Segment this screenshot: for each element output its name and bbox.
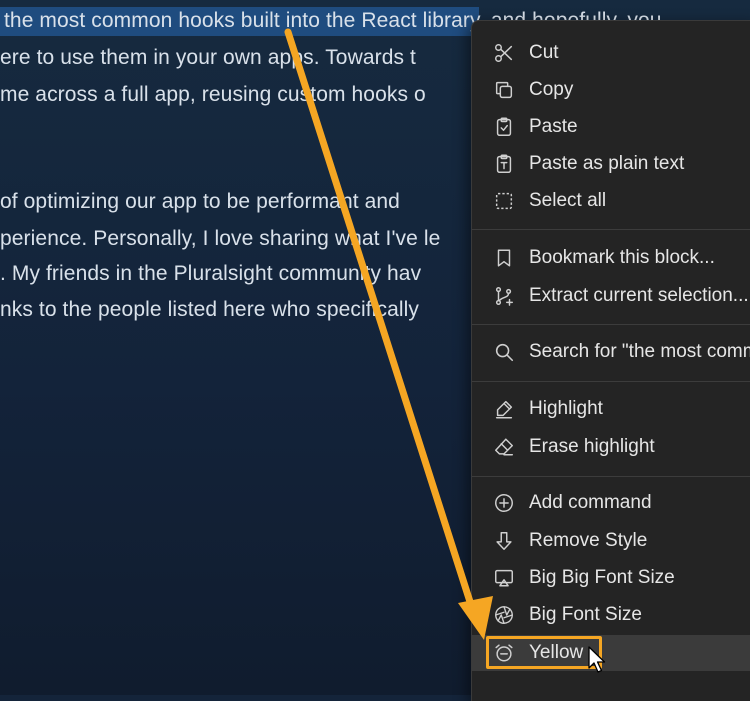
menu-item-add-command[interactable]: Add command [472, 485, 750, 521]
select-all-icon [492, 189, 516, 213]
menu-item-highlight[interactable]: Highlight [472, 391, 750, 427]
branch-plus-icon [492, 284, 516, 308]
menu-separator [472, 476, 750, 477]
doc-line-7: nks to the people listed here who specif… [0, 298, 420, 321]
scissors-icon [492, 41, 516, 65]
menu-item-label: Bookmark this block... [529, 247, 715, 268]
doc-line-5: perience. Personally, I love sharing wha… [0, 227, 441, 250]
menu-item-cut[interactable]: Cut [472, 35, 750, 71]
menu-item-bookmark[interactable]: Bookmark this block... [472, 240, 750, 276]
eraser-icon [492, 435, 516, 459]
search-icon [492, 340, 516, 364]
highlighter-icon [492, 397, 516, 421]
menu-item-label: Paste [529, 116, 578, 137]
menu-item-label: Search for "the most comm [529, 341, 750, 362]
menu-item-label: Erase highlight [529, 436, 655, 457]
menu-item-label: Cut [529, 42, 559, 63]
menu-item-label: Select all [529, 190, 607, 211]
mouse-cursor-icon [588, 646, 606, 673]
menu-item-label: Big Font Size [529, 604, 642, 625]
menu-item-big-font-size[interactable]: Big Font Size [472, 597, 750, 633]
menu-item-select-all[interactable]: Select all [472, 183, 750, 219]
menu-item-label: Extract current selection... [529, 285, 749, 306]
menu-item-label: Add command [529, 492, 652, 513]
selected-text[interactable]: the most common hooks built into the Rea… [0, 7, 479, 36]
arrow-down-icon [492, 529, 516, 553]
menu-item-extract-selection[interactable]: Extract current selection... [472, 278, 750, 314]
menu-item-label: Highlight [529, 398, 603, 419]
menu-item-copy[interactable]: Copy [472, 72, 750, 108]
doc-line-6: . My friends in the Pluralsight communit… [0, 262, 422, 285]
context-menu: Cut Copy Paste Paste as plain text Selec… [471, 20, 750, 701]
doc-line-2: ere to use them in your own apps. Toward… [0, 46, 416, 69]
menu-item-paste[interactable]: Paste [472, 109, 750, 145]
plus-circle-icon [492, 491, 516, 515]
menu-separator [472, 381, 750, 382]
menu-separator [472, 324, 750, 325]
menu-item-remove-style[interactable]: Remove Style [472, 523, 750, 559]
menu-item-label: Copy [529, 79, 574, 100]
annotation-highlight-box [486, 636, 602, 669]
menu-item-label: Paste as plain text [529, 153, 685, 174]
clipboard-text-icon [492, 152, 516, 176]
bookmark-icon [492, 246, 516, 270]
menu-item-erase-highlight[interactable]: Erase highlight [472, 429, 750, 465]
menu-item-label: Remove Style [529, 530, 648, 551]
aperture-icon [492, 603, 516, 627]
doc-line-4: of optimizing our app to be performant a… [0, 190, 400, 213]
menu-item-big-big-font-size[interactable]: Big Big Font Size [472, 560, 750, 596]
doc-line-3: me across a full app, reusing custom hoo… [0, 83, 426, 106]
clipboard-check-icon [492, 115, 516, 139]
screen-share-icon [492, 566, 516, 590]
menu-item-label: Big Big Font Size [529, 567, 675, 588]
copy-icon [492, 78, 516, 102]
menu-item-search[interactable]: Search for "the most comm [472, 334, 750, 370]
menu-item-paste-plain[interactable]: Paste as plain text [472, 146, 750, 182]
menu-separator [472, 229, 750, 230]
